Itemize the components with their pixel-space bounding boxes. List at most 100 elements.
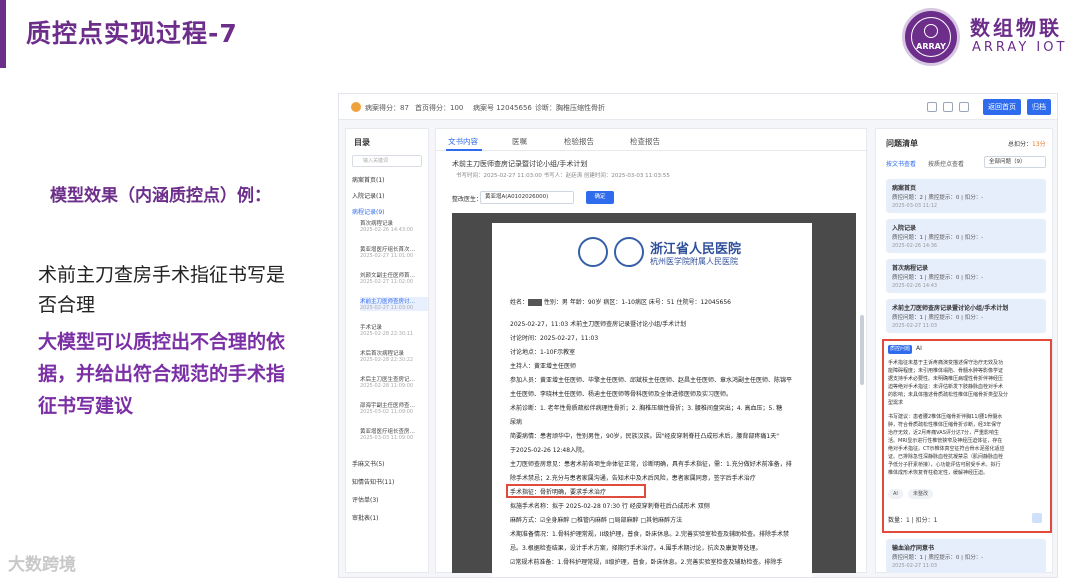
issue-card-title: 首次病程记录 [892, 265, 929, 272]
issue-card[interactable]: 首次病程记录 质控问题：1 | 质控提示：0 | 扣分：- 2025-02-26… [886, 259, 1046, 293]
nav-item-consent[interactable]: 知情告知书(11) [352, 477, 428, 486]
ai-suggestion-text: 证。已排除急性深静脉血栓抗凝禁忌（肌间静脉血栓 [888, 454, 1004, 460]
document-viewer: 文书内容 医嘱 检验报告 检查报告 术前主刀医师查房记录暨讨论小组/手术计划 书… [435, 128, 868, 577]
ai-label: AI [916, 345, 922, 352]
title-accent-bar [0, 0, 6, 68]
ai-issue-text: 型需求 [888, 400, 904, 406]
redacted-name [528, 299, 543, 306]
record-text-line: 主任医师、李晓林主任医师、杨迪主任医师等骨科医师及全体进修医师及实习医师。 [510, 391, 733, 398]
tab-document[interactable]: 文书内容 [448, 136, 478, 147]
tab-lab-report[interactable]: 检验报告 [564, 136, 594, 147]
nav-sub-date: 2025-02-28 22:30:22 [360, 357, 414, 363]
brand-name-en: ARRAY IOT [972, 40, 1068, 55]
nav-item-approval[interactable]: 审批表(1) [352, 513, 428, 522]
print-icon[interactable] [927, 102, 937, 112]
issue-card-active[interactable]: 术前主刀医师查房记录暨讨论小组/手术计划 质控问题：1 | 质控提示：0 | 扣… [886, 299, 1046, 333]
record-text-line: 2025-02-27，11:03 术前主刀医师查房记录暨讨论小组/手术计划 [510, 321, 687, 328]
issue-card-title: 输血治疗同意书 [892, 545, 935, 552]
issue-card[interactable]: 输血治疗同意书 质控问题：1 | 质控提示：0 | 扣分：- 2025-02-2… [886, 539, 1046, 573]
confirm-button[interactable]: 确定 [586, 191, 614, 204]
return-home-button[interactable]: 返回首页 [983, 99, 1021, 115]
active-tab-underline [446, 149, 482, 151]
nav-sub-date: 2025-02-26 14:43:00 [360, 227, 414, 233]
record-text-line: 忌。3.根据检查结果，设计手术方案，择期行手术治疗。4.围手术期讨论，抗炎及康复… [510, 545, 762, 552]
nav-sub-date: 2025-02-27 11:03:00 [360, 305, 414, 311]
ai-issue-detail: 质控问题 AI 手术指征未基于主诉疼痛演变描述保守治疗无效及功 能障碍程度；未引用… [882, 339, 1052, 533]
question-text: 术前主刀查房手术指征书写是否合理 [38, 264, 286, 316]
issue-filter-select[interactable]: 全部问题（9） [984, 156, 1046, 168]
brand-name-cn: 数组物联 [970, 16, 1062, 40]
nav-sub-item[interactable]: 黄亚增医疗组长首次… 2025-02-27 11:01:00 [360, 245, 428, 259]
hospital-logo-icon [578, 237, 608, 267]
watermark: 大数跨境 [8, 555, 76, 575]
rectify-row: 整改医生： 黄亚增A(A0102026000) 确定 [446, 189, 858, 207]
record-text-line: 讨论地点：1-10F示教室 [510, 349, 576, 356]
record-meta: 书写时间：2025-02-27 11:03:00 书写人：赵廷涛 创建时间：20… [456, 173, 670, 179]
ai-issue-text: 据支持手术必要性。未明确椎压病理性骨折伴神经压 [888, 376, 1004, 382]
nav-sub-date: 2025-03-03 11:09:00 [360, 435, 414, 441]
tab-by-document[interactable]: 按文书查看 [886, 159, 916, 168]
edit-icon[interactable] [1032, 513, 1042, 523]
catalog-search-input[interactable]: 输入关键词 [352, 155, 422, 167]
nav-sub-item[interactable]: 刘颜文副主任医师首… 2025-02-27 11:02:00 [360, 271, 428, 285]
nav-sub-item[interactable]: 术后主刀医生查房记… 2025-02-28 11:09:00 [360, 375, 428, 389]
issue-card[interactable]: 病案首页 质控问题：2 | 质控提示：0 | 扣分：- 2025-03-03 1… [886, 179, 1046, 213]
status-chip[interactable]: 未整改 [908, 489, 934, 499]
issue-tag: 质控问题 [888, 345, 912, 354]
rectify-doctor-select[interactable]: 黄亚增A(A0102026000) [480, 191, 574, 204]
answer-text: 大模型可以质控出不合理的依据，并给出符合规范的手术指征书写建议 [38, 331, 286, 417]
nav-sub-item[interactable]: 黄亚增医疗组长查房… 2025-03-03 11:09:00 [360, 427, 428, 441]
logo-text: ARRAY [916, 42, 946, 51]
issue-card-stat: 质控问题：1 | 质控提示：0 | 扣分：- [892, 315, 984, 321]
diagnosis: 诊断：胸椎压缩性骨折 [535, 104, 605, 112]
nav-item-progress[interactable]: 病程记录(9) [352, 207, 428, 216]
nav-sub-item-active[interactable]: 术前主刀医师查房讨… 2025-02-27 11:03:00 [360, 297, 428, 311]
record-text-line: 主刀医师查房意见：患者术前各项生命体征正常，诊断明确，具有手术指征，需：1.充分… [510, 461, 792, 468]
record-score: 病案得分：87 [365, 104, 409, 112]
tab-orders[interactable]: 医嘱 [512, 136, 527, 147]
ai-issue-text: 能障碍程度；未引用椎体塌陷、骨髓水肿等影像学证 [888, 368, 1004, 374]
layout-icon[interactable] [959, 102, 969, 112]
indication-highlight-box [506, 484, 646, 498]
ai-issue-text: 手术指征未基于主诉疼痛演变描述保守治疗无效及功 [888, 360, 1004, 366]
ai-suggestion-text: 活。MRI显示进行性椎管狭窄及神经压迫体征，存在 [888, 438, 1003, 444]
ai-issue-footer: 数量：1 | 扣分：1 [888, 517, 938, 524]
emr-app-screenshot: 病案得分：87 首页得分：100 病案号 12045656 诊断：胸椎压缩性骨折… [338, 93, 1058, 578]
catalog-sidebar: 目录 输入关键词 病案首页(1) 入院记录(1) 病程记录(9) 首次病程记录 2… [345, 128, 429, 573]
nav-sub-item[interactable]: 手术记录 2025-02-28 22:30:11 [360, 323, 428, 337]
document-scrollbar[interactable] [860, 315, 864, 385]
nav-item-home[interactable]: 病案首页(1) [352, 175, 428, 184]
document-tabs: 文书内容 医嘱 检验报告 检查报告 [436, 129, 868, 151]
record-text-line: 除手术禁忌；2.充分与患者家属沟通，告知术中及术后风险，患者家属同意，签字后手术… [510, 475, 756, 482]
nav-sub-item[interactable]: 首次病程记录 2025-02-26 14:43:00 [360, 219, 428, 233]
ai-suggestion-text: 治疗无效，近2月疼痛VAS评分达7分，严重影响生 [888, 430, 1000, 436]
ai-suggestion-text: 绝对手术指征。CT示椎体真空征符合骨水泥强化适应 [888, 446, 1005, 452]
record-text-line: 姓名： 性别：男 年龄：90岁 病区：1-10病区 床号：51 住院号：1204… [510, 299, 731, 306]
app-topbar: 病案得分：87 首页得分：100 病案号 12045656 诊断：胸椎压缩性骨折… [339, 94, 1057, 120]
model-effect-label: 模型效果（内涵质控点）例： [50, 186, 271, 206]
record-text-line: 简要病情：患者顽华中，性别男性，90岁，民族汉族。因"经皮穿刺脊柱凸成形术后，腰… [510, 433, 779, 440]
record-number: 病案号 12045656 [473, 104, 532, 112]
nav-sub-item[interactable]: 邵海宇副主任医师查… 2025-03-02 11:09:00 [360, 401, 428, 415]
record-paper: 浙江省人民医院 杭州医学院附属人民医院 姓名： 性别：男 年龄：90岁 病区：1… [492, 223, 812, 577]
issue-card-date: 2025-02-26 14:36 [892, 243, 938, 249]
archive-button[interactable]: 归档 [1027, 99, 1051, 115]
grid-icon[interactable] [943, 102, 953, 112]
record-title: 术前主刀医师查房记录暨讨论小组/手术计划 [452, 160, 588, 168]
record-text-line: 拟施手术名称：拟于 2025-02-28 07:30 行 经皮穿刺脊柱后凸成形术… [510, 503, 710, 510]
ai-chip[interactable]: AI [888, 489, 903, 499]
record-text-line: 讨论时间：2025-02-27，11:03 [510, 335, 599, 342]
tab-by-checkpoint[interactable]: 按质控点查看 [928, 159, 964, 168]
record-text-line: 术期准备情况：1.骨科护理常规，II级护理，普食，卧床休息。2.完善实验室检查及… [510, 531, 789, 538]
tab-exam-report[interactable]: 检查报告 [630, 136, 660, 147]
nav-sub-item[interactable]: 术后首次病程记录 2025-02-28 22:30:22 [360, 349, 428, 363]
record-text-line: 麻醉方式：☑全身麻醉 □椎管内麻醉 □局部麻醉 □其他麻醉方法 [510, 517, 683, 524]
nav-item-anesthesia[interactable]: 手麻文书(5) [352, 459, 428, 468]
hospital-name: 浙江省人民医院 [650, 242, 742, 257]
array-logo: ARRAY [902, 8, 960, 66]
nav-item-assessment[interactable]: 评估单(3) [352, 495, 428, 504]
ai-issue-text: 迫等绝对手术指征：未评估新发下肢静脉血栓对手术 [888, 384, 1004, 390]
issue-card[interactable]: 入院记录 质控问题：1 | 质控提示：0 | 扣分：- 2025-02-26 1… [886, 219, 1046, 253]
nav-item-admission[interactable]: 入院记录(1) [352, 191, 428, 200]
catalog-title: 目录 [354, 138, 370, 147]
